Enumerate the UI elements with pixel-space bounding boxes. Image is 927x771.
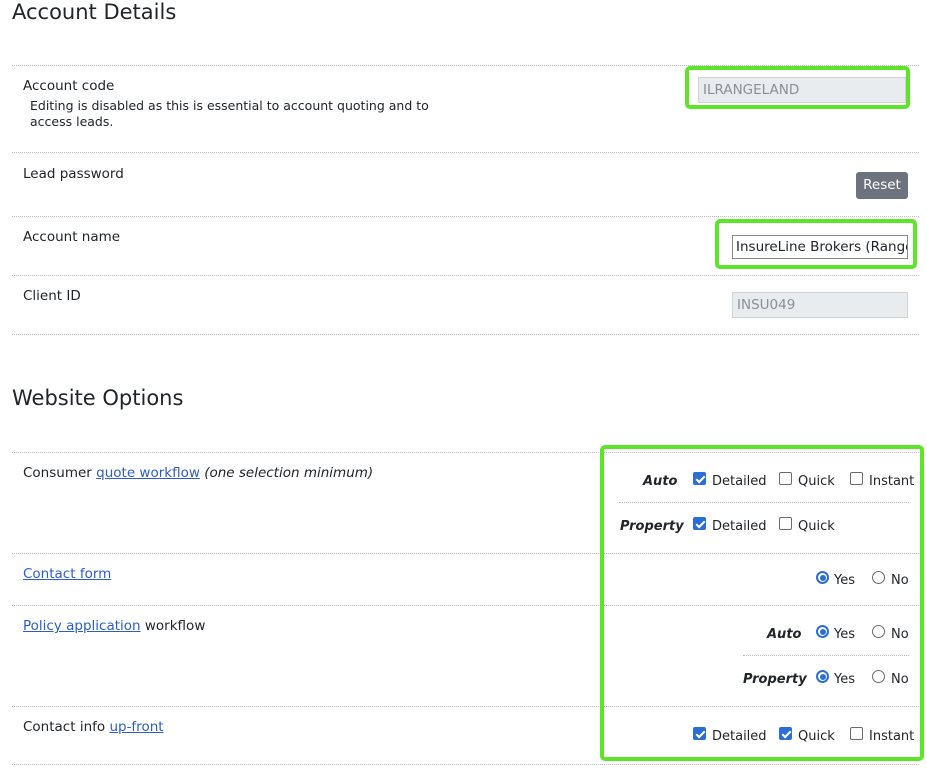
divider — [12, 216, 919, 217]
account-details-heading: Account Details — [12, 0, 177, 24]
policy-application-link[interactable]: Policy application — [23, 618, 141, 634]
client-id-input: INSU049 — [732, 292, 908, 318]
highlight-box — [715, 219, 917, 269]
account-code-label: Account code — [23, 78, 115, 94]
quote-workflow-link[interactable]: quote workflow — [96, 465, 200, 481]
divider — [12, 275, 919, 276]
contact-form-label: Contact form — [23, 566, 111, 582]
account-code-help: Editing is disabled as this is essential… — [30, 98, 429, 129]
lead-password-label: Lead password — [23, 166, 124, 182]
website-options-heading: Website Options — [12, 386, 184, 410]
account-name-label: Account name — [23, 229, 121, 245]
up-front-link[interactable]: up-front — [109, 719, 163, 735]
reset-button[interactable]: Reset — [856, 172, 908, 199]
divider — [12, 764, 919, 765]
divider — [12, 334, 919, 335]
client-id-label: Client ID — [23, 288, 81, 304]
policy-application-label: Policy application workflow — [23, 618, 206, 634]
contact-info-label: Contact info up-front — [23, 719, 164, 735]
highlight-box — [600, 445, 924, 761]
divider — [12, 152, 919, 153]
consumer-quote-label: Consumer quote workflow (one selection m… — [23, 465, 374, 481]
contact-form-link[interactable]: Contact form — [23, 566, 111, 582]
highlight-box — [685, 66, 910, 109]
